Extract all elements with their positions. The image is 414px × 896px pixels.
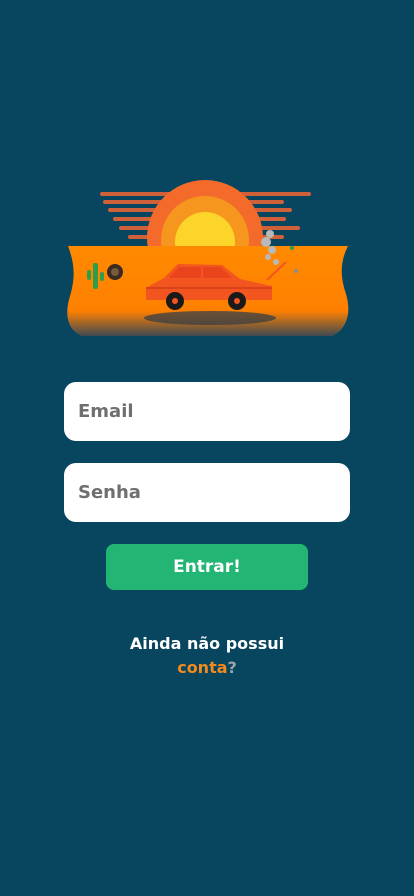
signup-link[interactable]: conta (177, 658, 227, 677)
signup-prompt: Ainda não possui conta? (0, 632, 414, 680)
signup-prompt-text: Ainda não possui (129, 634, 285, 653)
login-button[interactable]: Entrar! (106, 544, 308, 590)
desert-car-illustration (60, 176, 356, 342)
password-field[interactable] (64, 463, 350, 522)
email-field[interactable] (64, 382, 350, 441)
signup-question-mark: ? (227, 658, 237, 677)
